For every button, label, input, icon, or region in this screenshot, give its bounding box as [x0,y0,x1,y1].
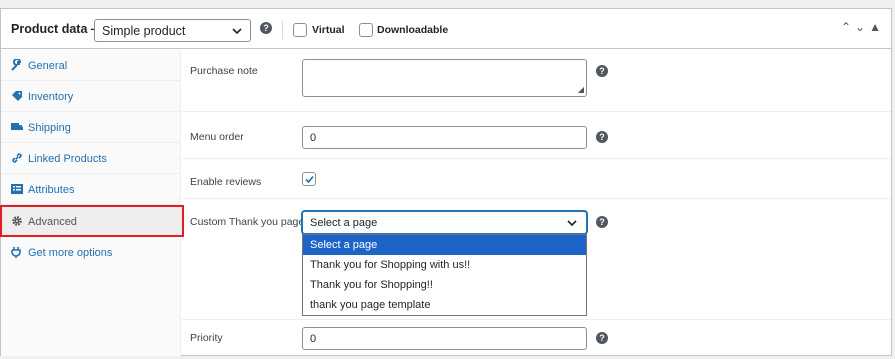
checkmark-icon [305,175,314,184]
resize-handle-icon[interactable]: ◢ [578,85,584,94]
tab-label: Inventory [28,91,74,103]
tag-icon [12,91,22,101]
help-icon[interactable]: ? [260,22,272,34]
gear-icon [12,216,22,226]
tab-label: Get more options [28,247,113,259]
purchase-note-row: Purchase note ◢ ? [182,50,891,112]
tab-linked-products[interactable]: Linked Products [1,143,181,174]
advanced-options: Purchase note ◢ ? Menu order 0 ? Enable … [182,50,891,356]
panel-controls: ⌃⌄▲ [841,20,885,34]
menu-order-label: Menu order [190,131,244,143]
enable-reviews-checkbox[interactable] [302,172,316,186]
tab-label: Attributes [28,184,75,196]
tab-attributes[interactable]: Attributes [1,174,181,205]
tab-shipping[interactable]: Shipping [1,112,181,143]
tab-inventory[interactable]: Inventory [1,81,181,112]
help-icon[interactable]: ? [596,65,608,77]
product-type-value: Simple product [102,24,186,38]
move-down-icon[interactable]: ⌄ [855,20,869,34]
downloadable-label: Downloadable [377,24,449,36]
wrench-icon [11,59,22,71]
thank-you-page-dropdown: Select a page Thank you for Shopping wit… [302,234,587,316]
tab-get-more-options[interactable]: Get more options [1,237,181,268]
priority-row: Priority 0 ? [182,320,891,356]
tab-label: General [28,60,68,72]
product-data-panel: Product data — Simple product ? Virtual … [0,8,892,356]
list-icon [11,184,23,194]
dropdown-option[interactable]: Thank you for Shopping with us!! [303,255,586,275]
dropdown-option[interactable]: Select a page [303,235,586,255]
priority-input[interactable]: 0 [302,327,587,350]
tab-label: Shipping [28,122,71,134]
dropdown-option[interactable]: Thank you for Shopping!! [303,275,586,295]
purchase-note-label: Purchase note [190,65,258,77]
help-icon[interactable]: ? [596,131,608,143]
product-type-select[interactable]: Simple product [94,19,251,42]
move-up-icon[interactable]: ⌃ [841,20,855,34]
chevron-down-icon [567,220,577,227]
tab-label: Advanced [28,216,77,228]
priority-label: Priority [190,332,223,344]
help-icon[interactable]: ? [596,216,608,228]
downloadable-checkbox[interactable] [359,23,373,37]
chevron-down-icon [232,28,242,35]
plugin-icon [11,247,21,258]
truck-icon [11,123,23,130]
tab-label: Linked Products [28,153,107,165]
virtual-label: Virtual [312,24,345,36]
enable-reviews-row: Enable reviews [182,159,891,199]
link-icon [12,153,22,163]
toggle-panel-icon[interactable]: ▲ [869,20,885,34]
purchase-note-textarea[interactable]: ◢ [302,59,587,97]
product-data-header: Product data — Simple product ? Virtual … [1,9,891,49]
enable-reviews-label: Enable reviews [190,176,262,188]
custom-thank-you-select[interactable]: Select a page [302,211,587,234]
header-divider [282,21,283,39]
menu-order-input[interactable]: 0 [302,126,587,149]
panel-title: Product data — [11,22,104,36]
dropdown-option[interactable]: thank you page template [303,295,586,315]
help-icon[interactable]: ? [596,332,608,344]
product-data-tabs: General Inventory Shipping Linked Produc… [0,50,184,356]
virtual-checkbox[interactable] [293,23,307,37]
custom-thank-you-value: Select a page [310,217,378,229]
custom-thank-you-label: Custom Thank you page [190,216,305,228]
tab-general[interactable]: General [1,50,181,81]
tab-advanced[interactable]: Advanced [0,205,184,237]
menu-order-row: Menu order 0 ? [182,112,891,159]
